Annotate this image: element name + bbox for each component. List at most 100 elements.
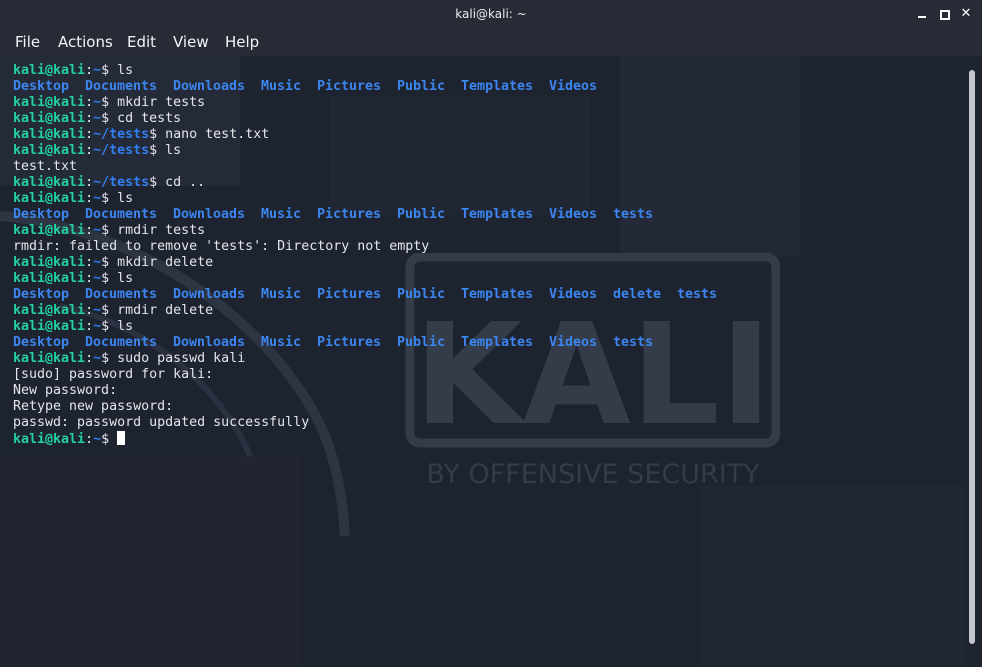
directory-entry: Templates — [461, 335, 534, 350]
terminal-line: kali@kali:~$ ls — [13, 271, 733, 287]
prompt-symbol: $ — [149, 143, 158, 158]
terminal-line: kali@kali:~$ sudo passwd kali — [13, 351, 733, 367]
terminal-line: kali@kali:~$ cd tests — [13, 111, 733, 127]
directory-entry: Pictures — [317, 287, 382, 302]
command-text: rmdir delete — [109, 303, 214, 318]
terminal-window: kali@kali: ~ ✕ File Actions Edit View He… — [0, 0, 982, 667]
prompt-path: ~ — [93, 63, 102, 78]
command-text: cd .. — [157, 175, 206, 190]
close-button[interactable]: ✕ — [958, 6, 974, 22]
directory-entry: Documents — [85, 287, 158, 302]
prompt-symbol: $ — [101, 303, 110, 318]
prompt-separator: : — [85, 63, 94, 78]
directory-entry: Desktop — [13, 287, 70, 302]
prompt-symbol: $ — [101, 351, 110, 366]
terminal-line: Desktop Documents Downloads Music Pictures Pu… — [13, 335, 733, 351]
menu-edit[interactable]: Edit — [127, 33, 156, 51]
prompt-path: ~ — [93, 303, 102, 318]
text-cursor — [117, 431, 126, 445]
prompt-separator: : — [85, 111, 94, 126]
terminal-line: kali@kali:~$ rmdir tests — [13, 223, 733, 239]
prompt-symbol: $ — [101, 191, 110, 206]
directory-entry: Music — [261, 79, 302, 94]
prompt-path: ~/tests — [93, 175, 150, 190]
prompt-user: kali@kali — [13, 111, 86, 126]
output-text: passwd: password updated successfully — [13, 415, 310, 430]
title-bar[interactable]: kali@kali: ~ ✕ — [0, 0, 982, 29]
prompt-separator: : — [85, 255, 94, 270]
bg-panel — [700, 486, 965, 667]
menu-file[interactable]: File — [15, 33, 40, 51]
prompt-separator: : — [85, 351, 94, 366]
command-text: ls — [157, 143, 182, 158]
prompt-user: kali@kali — [13, 95, 86, 110]
terminal-line: Desktop Documents Downloads Music Pictures Pu… — [13, 287, 733, 303]
directory-entry: Public — [397, 207, 446, 222]
prompt-symbol: $ — [101, 63, 110, 78]
command-text: cd tests — [109, 111, 182, 126]
logo-subtext: BY OFFENSIVE SECURITY — [426, 459, 760, 490]
prompt-symbol: $ — [101, 271, 110, 286]
directory-entry: Music — [261, 207, 302, 222]
terminal-line: kali@kali:~$ ls — [13, 191, 733, 207]
menu-view[interactable]: View — [173, 33, 209, 51]
scrollbar[interactable] — [965, 56, 982, 667]
prompt-user: kali@kali — [13, 63, 86, 78]
command-text: mkdir tests — [109, 95, 206, 110]
maximize-icon — [940, 10, 950, 20]
prompt-user: kali@kali — [13, 303, 86, 318]
prompt-path: ~ — [93, 95, 102, 110]
output-text: Retype new password: — [13, 399, 174, 414]
prompt-user: kali@kali — [13, 271, 86, 286]
prompt-symbol: $ — [101, 255, 110, 270]
terminal-lines: kali@kali:~$ ls Desktop Documents Downloads… — [13, 63, 733, 447]
prompt-user: kali@kali — [13, 351, 86, 366]
prompt-symbol: $ — [101, 432, 110, 447]
maximize-button[interactable] — [936, 6, 952, 22]
command-text: ls — [109, 191, 134, 206]
directory-entry: Public — [397, 335, 446, 350]
menu-actions[interactable]: Actions — [58, 33, 113, 51]
directory-entry: Pictures — [317, 335, 382, 350]
command-text: ls — [109, 63, 134, 78]
prompt-path: ~ — [93, 223, 102, 238]
terminal-output[interactable]: KALI BY OFFENSIVE SECURITY kali@kali:~$ … — [0, 56, 965, 667]
directory-entry: tests — [613, 335, 654, 350]
terminal-line: [sudo] password for kali: — [13, 367, 733, 383]
directory-entry: Downloads — [173, 207, 246, 222]
prompt-user: kali@kali — [13, 191, 86, 206]
terminal-line: Desktop Documents Downloads Music Pictures Pu… — [13, 207, 733, 223]
directory-entry: Templates — [461, 207, 534, 222]
terminal-line: Retype new password: — [13, 399, 733, 415]
prompt-path: ~ — [93, 271, 102, 286]
output-text: New password: — [13, 383, 118, 398]
window-title: kali@kali: ~ — [455, 7, 527, 21]
directory-entry: Public — [397, 287, 446, 302]
menu-help[interactable]: Help — [225, 33, 259, 51]
directory-entry: Downloads — [173, 79, 246, 94]
prompt-path: ~ — [93, 111, 102, 126]
directory-entry: Pictures — [317, 207, 382, 222]
prompt-symbol: $ — [101, 95, 110, 110]
terminal-line: passwd: password updated successfully — [13, 415, 733, 431]
directory-entry: Documents — [85, 335, 158, 350]
close-icon: ✕ — [960, 6, 972, 21]
scrollbar-thumb[interactable] — [969, 70, 975, 644]
terminal-line: kali@kali:~/tests$ nano test.txt — [13, 127, 733, 143]
prompt-path: ~ — [93, 351, 102, 366]
directory-entry: Public — [397, 79, 446, 94]
terminal-line: kali@kali:~/tests$ ls — [13, 143, 733, 159]
command-text: rmdir tests — [109, 223, 206, 238]
prompt-separator: : — [85, 271, 94, 286]
prompt-symbol: $ — [101, 223, 110, 238]
directory-entry: Videos — [549, 335, 598, 350]
prompt-user: kali@kali — [13, 255, 86, 270]
prompt-symbol: $ — [101, 319, 110, 334]
minimize-button[interactable] — [914, 6, 930, 22]
prompt-separator: : — [85, 223, 94, 238]
prompt-path: ~ — [93, 255, 102, 270]
directory-entry: Documents — [85, 79, 158, 94]
directory-entry: Templates — [461, 79, 534, 94]
minimize-icon — [918, 16, 926, 18]
command-text: sudo passwd kali — [109, 351, 246, 366]
